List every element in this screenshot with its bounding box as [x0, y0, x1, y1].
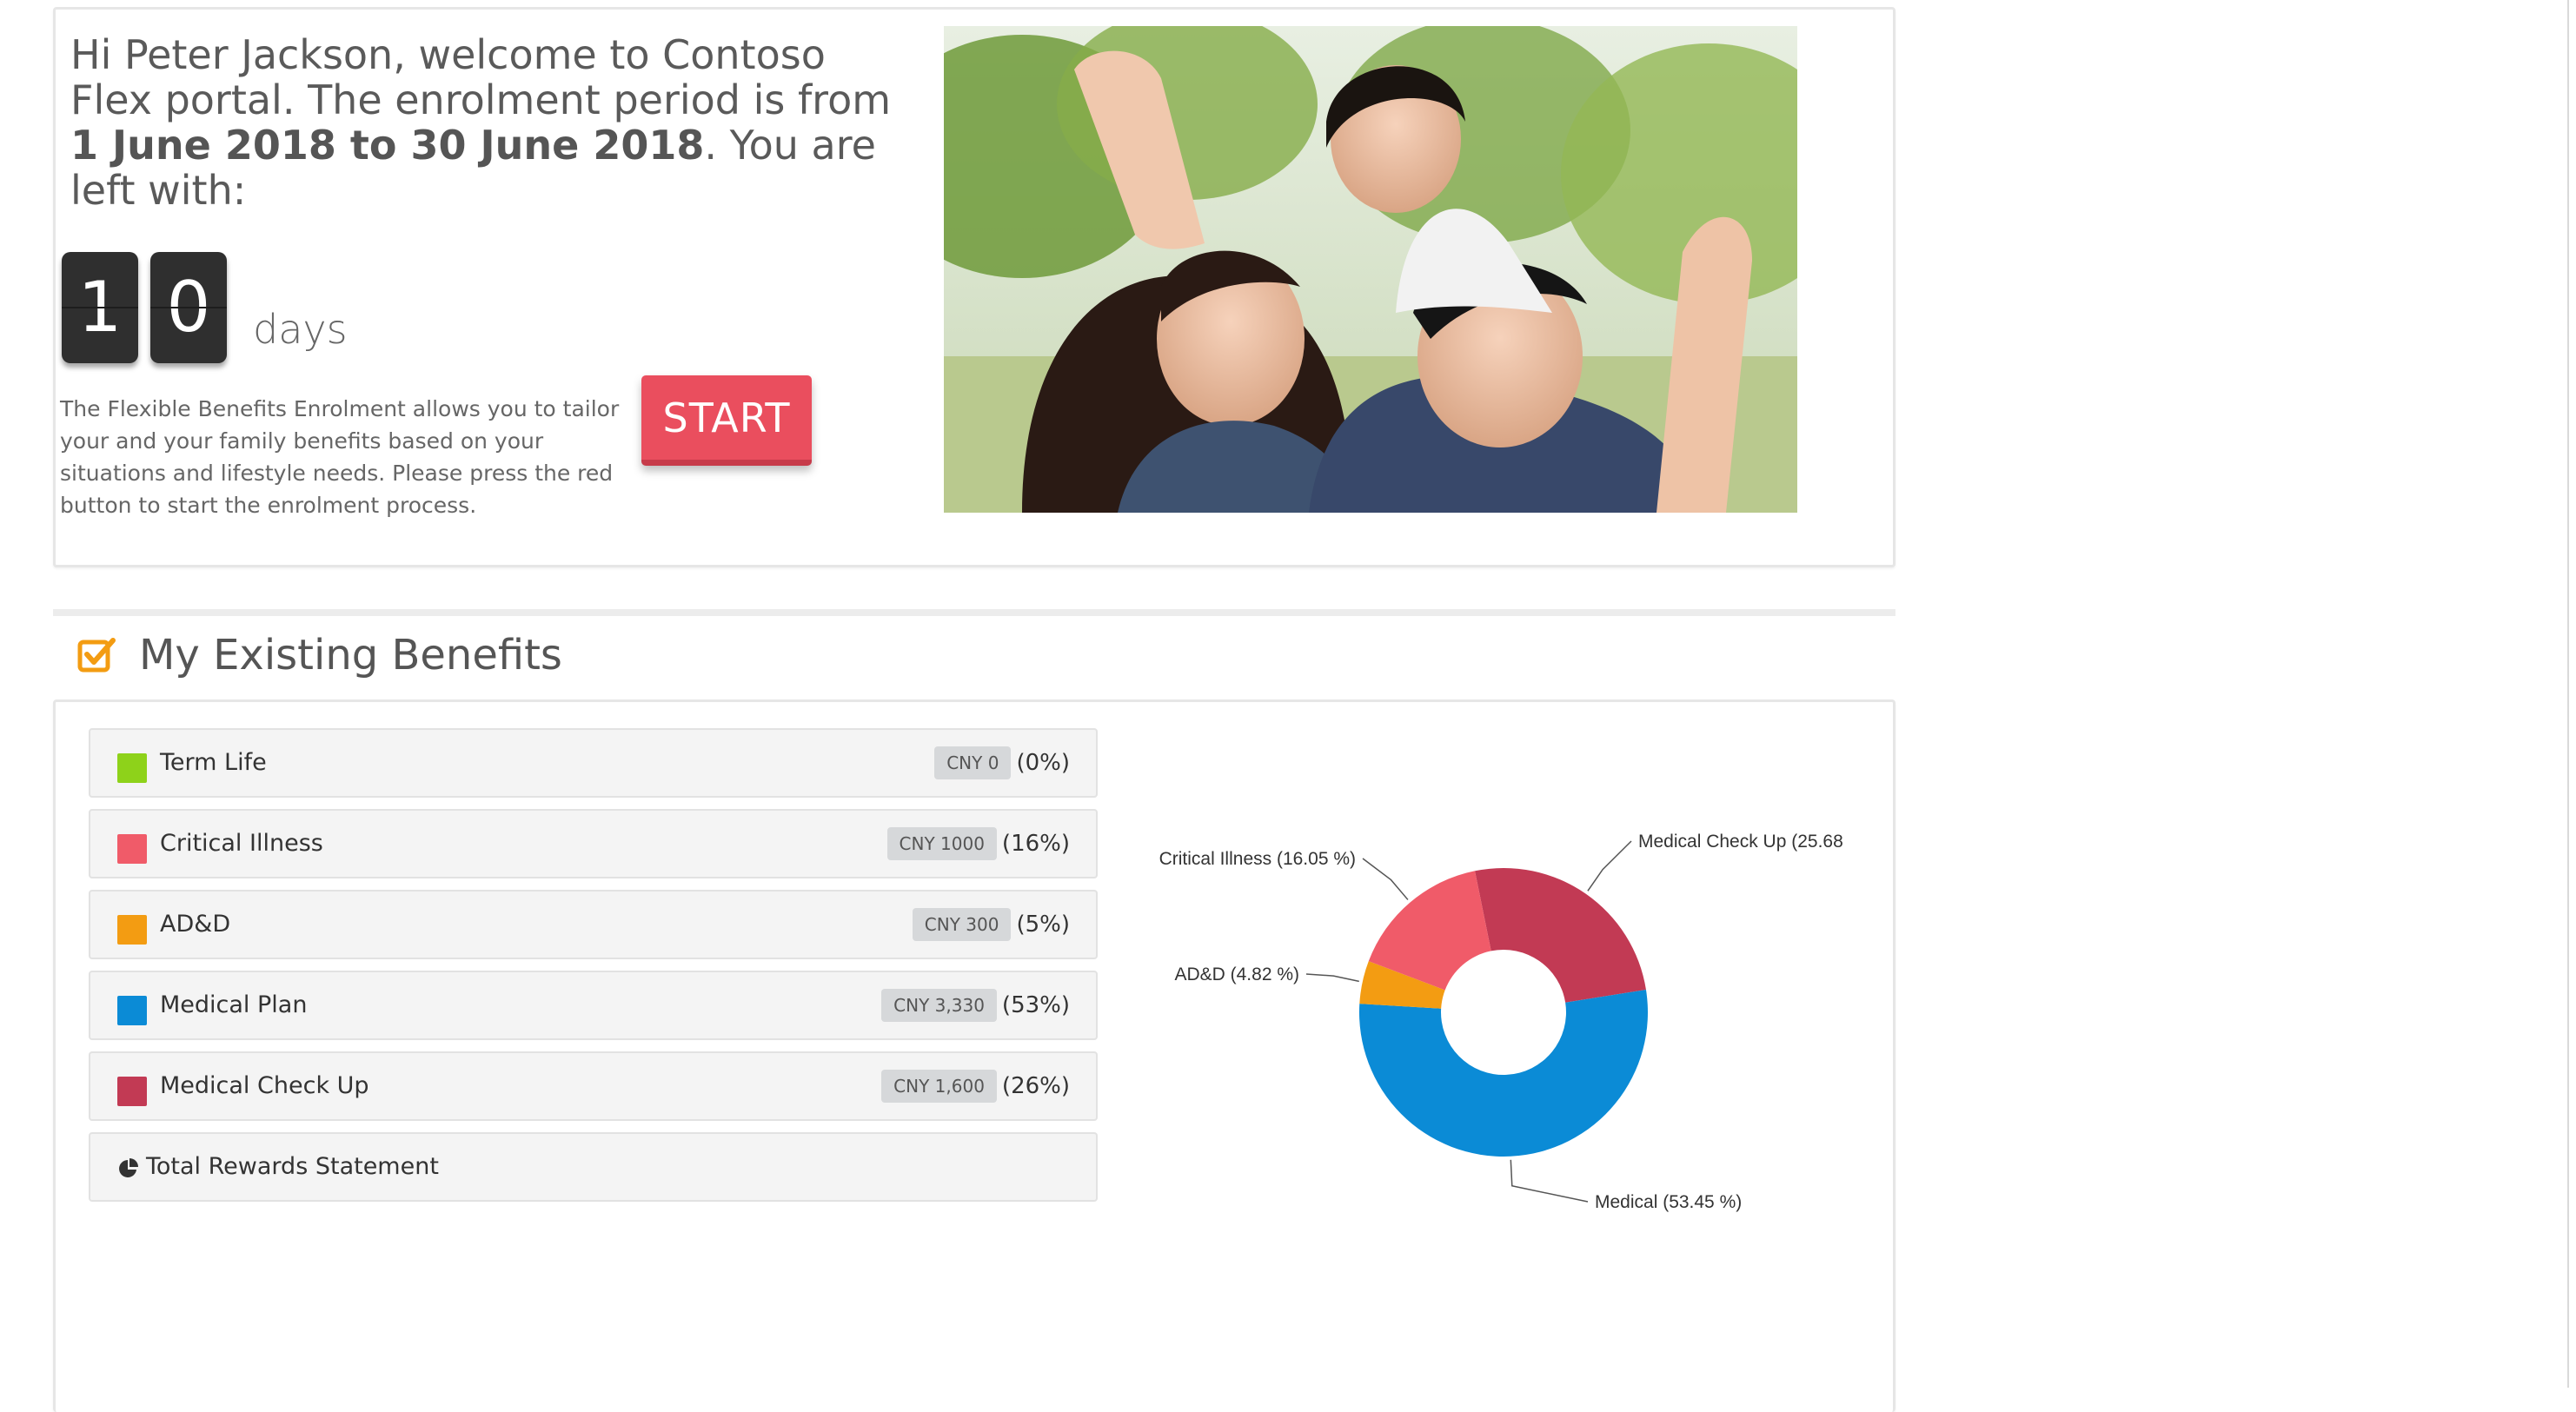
- scrollbar-track[interactable]: [2567, 0, 2569, 1388]
- family-photo: [944, 26, 1797, 513]
- enrolment-intro-text: The Flexible Benefits Enrolment allows y…: [60, 396, 620, 518]
- color-swatch: [117, 753, 147, 783]
- welcome-message: Hi Peter Jackson, welcome to Contoso Fle…: [70, 32, 905, 213]
- benefits-donut-chart: Medical Check Up (25.68 Medical (53.45 %)…: [1159, 832, 1843, 1212]
- donut-slice: [1359, 990, 1648, 1157]
- benefit-row-term-life[interactable]: Term Life CNY 0 (0%): [89, 728, 1098, 798]
- color-swatch: [117, 1077, 147, 1106]
- slice-leader-line: [1510, 1159, 1589, 1203]
- benefit-label: Term Life: [160, 749, 267, 776]
- slice-label: Critical Illness (16.05 %): [1159, 849, 1356, 869]
- amount-badge: CNY 1000: [886, 827, 997, 860]
- benefit-percent: (5%): [1016, 912, 1070, 938]
- slice-label: Medical Check Up (25.68: [1638, 832, 1843, 852]
- start-enrolment-button[interactable]: START: [641, 375, 812, 466]
- enrolment-period: 1 June 2018 to 30 June 2018: [70, 122, 705, 169]
- donut-slice: [1475, 868, 1646, 1003]
- total-rewards-label: Total Rewards Statement: [146, 1153, 439, 1180]
- color-swatch: [117, 834, 147, 864]
- checkbox-checked-icon: [77, 638, 116, 673]
- benefit-row-critical-illness[interactable]: Critical Illness CNY 1000 (16%): [89, 809, 1098, 878]
- total-rewards-statement-link[interactable]: Total Rewards Statement: [89, 1132, 1098, 1202]
- color-swatch: [117, 915, 147, 945]
- benefit-label: Critical Illness: [160, 830, 323, 857]
- amount-badge: CNY 1,600: [881, 1070, 997, 1103]
- benefit-percent: (0%): [1016, 750, 1070, 776]
- benefit-percent: (16%): [1001, 831, 1070, 857]
- benefit-label: Medical Plan: [160, 991, 308, 1018]
- benefit-percent: (26%): [1001, 1073, 1070, 1099]
- benefit-percent: (53%): [1001, 992, 1070, 1018]
- amount-badge: CNY 3,330: [881, 989, 997, 1022]
- pie-chart-icon: [119, 1158, 138, 1177]
- amount-badge: CNY 0: [934, 746, 1012, 779]
- benefit-label: Medical Check Up: [160, 1072, 369, 1099]
- slice-leader-line: [1305, 973, 1359, 983]
- slice-leader-line: [1587, 840, 1632, 892]
- amount-badge: CNY 300: [912, 908, 1012, 941]
- benefit-row-medical-plan[interactable]: Medical Plan CNY 3,330 (53%): [89, 971, 1098, 1040]
- color-swatch: [117, 996, 147, 1025]
- countdown-digit-ones: 0: [150, 252, 227, 363]
- countdown-days-label: days: [253, 306, 348, 353]
- section-title: My Existing Benefits: [139, 631, 562, 679]
- slice-leader-line: [1362, 858, 1409, 900]
- benefit-row-medical-check-up[interactable]: Medical Check Up CNY 1,600 (26%): [89, 1051, 1098, 1121]
- slice-label: Medical (53.45 %): [1595, 1192, 1742, 1212]
- benefit-row-add[interactable]: AD&D CNY 300 (5%): [89, 890, 1098, 959]
- countdown-digit-tens: 1: [62, 252, 138, 363]
- greeting-text: Hi Peter Jackson, welcome to Contoso Fle…: [70, 31, 892, 123]
- slice-label: AD&D (4.82 %): [1174, 965, 1299, 984]
- benefit-label: AD&D: [160, 911, 231, 938]
- section-divider: [53, 609, 1895, 616]
